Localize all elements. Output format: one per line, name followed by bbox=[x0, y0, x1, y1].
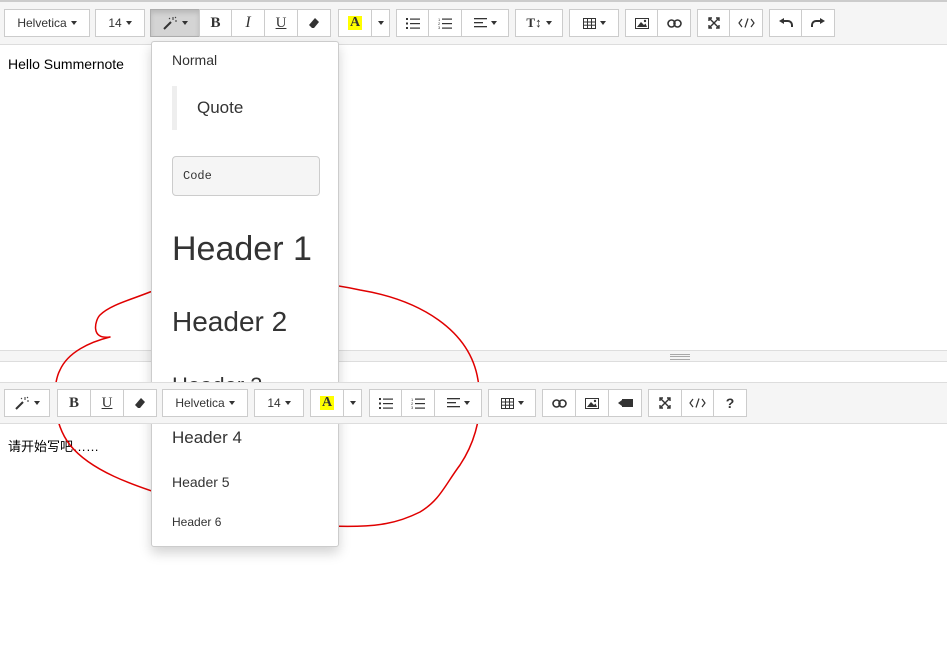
link-icon bbox=[666, 18, 682, 28]
style-option-code[interactable]: Code bbox=[172, 156, 320, 196]
align-left-icon bbox=[446, 398, 460, 408]
redo-icon bbox=[811, 18, 825, 27]
picture-icon bbox=[585, 397, 599, 409]
eraser-icon bbox=[135, 398, 145, 408]
table-icon bbox=[582, 17, 596, 29]
fullscreen-button[interactable] bbox=[697, 9, 730, 37]
code-icon bbox=[689, 398, 706, 408]
style-option-h1[interactable]: Header 1 bbox=[172, 230, 312, 269]
text-height-label: T↕ bbox=[526, 15, 542, 30]
font-name-value: Helvetica bbox=[17, 16, 67, 30]
top-toolbar: Helvetica 14 B I U A 123 T↕ bbox=[0, 0, 947, 45]
ordered-list-button-2[interactable]: 123 bbox=[401, 389, 435, 417]
unordered-list-button-2[interactable] bbox=[369, 389, 402, 417]
align-left-icon bbox=[473, 18, 487, 28]
font-color-button-2[interactable]: A bbox=[310, 389, 344, 417]
bold-label: B bbox=[210, 14, 221, 31]
color-letter: A bbox=[347, 15, 363, 30]
color-dropdown-toggle-2[interactable] bbox=[343, 389, 362, 417]
underline-button[interactable]: U bbox=[264, 9, 298, 37]
editor-content: Hello Summernote bbox=[8, 56, 124, 72]
font-name-dropdown[interactable]: Helvetica bbox=[4, 9, 90, 37]
code-view-button[interactable] bbox=[729, 9, 763, 37]
italic-label: I bbox=[245, 14, 251, 31]
help-button[interactable]: ? bbox=[713, 389, 747, 417]
style-option-h5[interactable]: Header 5 bbox=[172, 474, 230, 490]
quote-label: Quote bbox=[197, 98, 244, 117]
bullet-list-icon bbox=[405, 17, 420, 29]
table-dropdown[interactable] bbox=[569, 9, 619, 37]
arrows-alt-icon bbox=[659, 397, 671, 409]
arrows-alt-icon bbox=[707, 17, 720, 29]
eraser-button[interactable] bbox=[297, 9, 331, 37]
style-dropdown-menu: Normal Quote Code Header 1 Header 2 Head… bbox=[151, 41, 339, 547]
bottom-toolbar: B U Helvetica 14 A 123 ? bbox=[0, 382, 947, 424]
font-size-dropdown[interactable]: 14 bbox=[95, 9, 145, 37]
eraser-icon bbox=[309, 18, 319, 28]
insert-video-button[interactable] bbox=[608, 389, 642, 417]
color-letter: A bbox=[319, 395, 335, 410]
eraser-button-2[interactable] bbox=[123, 389, 157, 417]
undo-button[interactable] bbox=[769, 9, 802, 37]
font-size-value: 14 bbox=[267, 396, 281, 410]
svg-text:3: 3 bbox=[411, 405, 414, 409]
top-editor-area[interactable]: Hello Summernote bbox=[0, 44, 947, 350]
style-option-normal[interactable]: Normal bbox=[172, 52, 217, 68]
font-name-dropdown-2[interactable]: Helvetica bbox=[162, 389, 248, 417]
unordered-list-button[interactable] bbox=[396, 9, 429, 37]
code-view-button-2[interactable] bbox=[681, 389, 714, 417]
insert-link-button-2[interactable] bbox=[542, 389, 576, 417]
redo-button[interactable] bbox=[801, 9, 835, 37]
underline-label: U bbox=[275, 14, 287, 31]
numbered-list-icon: 123 bbox=[411, 398, 425, 409]
magic-wand-icon bbox=[15, 396, 29, 410]
help-label: ? bbox=[725, 395, 735, 411]
style-option-h6[interactable]: Header 6 bbox=[172, 515, 221, 529]
style-dropdown-button-2[interactable] bbox=[4, 389, 50, 417]
underline-label: U bbox=[101, 394, 113, 411]
video-icon bbox=[617, 399, 633, 407]
fullscreen-button-2[interactable] bbox=[648, 389, 682, 417]
color-dropdown-toggle[interactable] bbox=[371, 9, 390, 37]
resize-grip-icon[interactable] bbox=[670, 354, 690, 360]
style-option-h4[interactable]: Header 4 bbox=[172, 428, 242, 448]
style-dropdown-button[interactable] bbox=[150, 9, 200, 37]
ordered-list-button[interactable]: 123 bbox=[428, 9, 462, 37]
code-icon bbox=[737, 18, 755, 28]
insert-picture-button[interactable] bbox=[625, 9, 658, 37]
font-color-button[interactable]: A bbox=[338, 9, 372, 37]
font-size-value: 14 bbox=[108, 16, 122, 30]
code-label: Code bbox=[183, 169, 212, 183]
paragraph-align-dropdown-2[interactable] bbox=[434, 389, 482, 417]
table-icon bbox=[500, 397, 514, 409]
style-option-h2[interactable]: Header 2 bbox=[172, 306, 287, 338]
resize-bar[interactable] bbox=[0, 350, 947, 362]
insert-link-button[interactable] bbox=[657, 9, 691, 37]
link-icon bbox=[551, 398, 567, 408]
underline-button-2[interactable]: U bbox=[90, 389, 124, 417]
bold-label: B bbox=[68, 394, 79, 411]
font-size-dropdown-2[interactable]: 14 bbox=[254, 389, 304, 417]
table-dropdown-2[interactable] bbox=[488, 389, 536, 417]
bold-button-2[interactable]: B bbox=[57, 389, 91, 417]
numbered-list-icon: 123 bbox=[438, 18, 452, 29]
picture-icon bbox=[634, 17, 649, 29]
font-name-value: Helvetica bbox=[175, 396, 225, 410]
undo-icon bbox=[778, 18, 793, 27]
editor-placeholder: 请开始写吧…… bbox=[8, 439, 100, 454]
bold-button[interactable]: B bbox=[199, 9, 232, 37]
italic-button[interactable]: I bbox=[231, 9, 265, 37]
magic-wand-icon bbox=[163, 16, 177, 30]
line-height-dropdown[interactable]: T↕ bbox=[515, 9, 563, 37]
bullet-list-icon bbox=[378, 397, 393, 409]
svg-text:3: 3 bbox=[438, 25, 441, 29]
style-option-quote[interactable]: Quote bbox=[172, 86, 243, 130]
paragraph-align-dropdown[interactable] bbox=[461, 9, 509, 37]
bottom-editor-area[interactable]: 请开始写吧…… bbox=[0, 424, 947, 647]
insert-picture-button-2[interactable] bbox=[575, 389, 609, 417]
